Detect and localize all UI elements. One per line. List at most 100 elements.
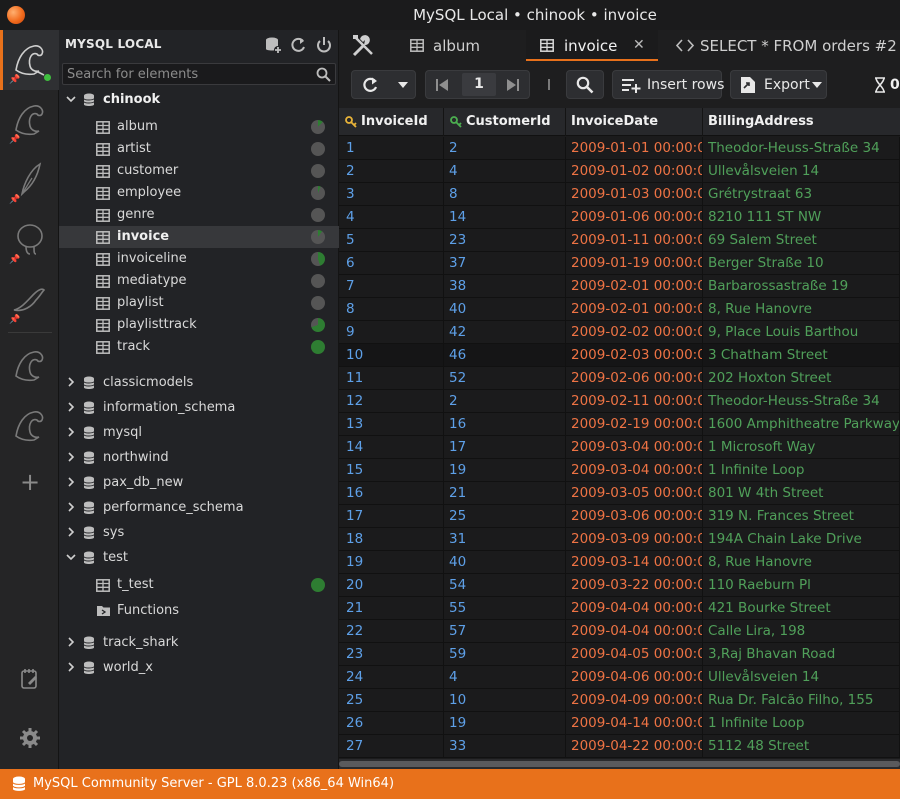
cell-customerid[interactable]: 54 bbox=[444, 574, 566, 596]
insert-rows-button[interactable]: Insert rows bbox=[612, 70, 724, 99]
column-header-invoicedate[interactable]: InvoiceDate bbox=[566, 108, 703, 136]
tree-table-playlist[interactable]: playlist bbox=[59, 292, 339, 314]
search-box[interactable] bbox=[62, 63, 336, 85]
add-connection-icon[interactable]: + bbox=[18, 470, 42, 494]
cell-invoiceid[interactable]: 13 bbox=[339, 413, 444, 435]
tab-album[interactable]: album bbox=[396, 30, 516, 61]
cell-invoiceid[interactable]: 10 bbox=[339, 344, 444, 366]
cell-billingaddress[interactable]: 8, Rue Hanovre bbox=[703, 551, 900, 573]
table-row[interactable]: 7 38 2009-02-01 00:00:00 Barbarossastraße 1… bbox=[339, 275, 900, 298]
table-row[interactable]: 25 10 2009-04-09 00:00:00 Rua Dr. Falcão Fi… bbox=[339, 689, 900, 712]
cell-invoiceid[interactable]: 15 bbox=[339, 459, 444, 481]
chevron-right-icon[interactable] bbox=[65, 526, 77, 538]
table-row[interactable]: 16 21 2009-03-05 00:00:00 801 W 4th Street bbox=[339, 482, 900, 505]
tree-table-invoiceline[interactable]: invoiceline bbox=[59, 248, 339, 270]
table-row[interactable]: 1 2 2009-01-01 00:00:00 Theodor-Heuss-Straß… bbox=[339, 137, 900, 160]
chevron-right-icon[interactable] bbox=[65, 376, 77, 388]
cell-invoicedate[interactable]: 2009-02-01 00:00:00 bbox=[566, 275, 703, 297]
chevron-right-icon[interactable] bbox=[65, 451, 77, 463]
cell-billingaddress[interactable]: Berger Straße 10 bbox=[703, 252, 900, 274]
cell-invoicedate[interactable]: 2009-04-04 00:00:00 bbox=[566, 597, 703, 619]
cell-billingaddress[interactable]: 3 Chatham Street bbox=[703, 344, 900, 366]
search-input[interactable] bbox=[67, 66, 307, 82]
tree-database-chinook[interactable]: chinook bbox=[59, 89, 339, 111]
cell-customerid[interactable]: 25 bbox=[444, 505, 566, 527]
tree-database-northwind[interactable]: northwind bbox=[59, 447, 339, 469]
cell-invoicedate[interactable]: 2009-03-04 00:00:00 bbox=[566, 459, 703, 481]
cell-billingaddress[interactable]: 9, Place Louis Barthou bbox=[703, 321, 900, 343]
cell-customerid[interactable]: 17 bbox=[444, 436, 566, 458]
tree-table-employee[interactable]: employee bbox=[59, 182, 339, 204]
table-row[interactable]: 19 40 2009-03-14 00:00:00 8, Rue Hanovre bbox=[339, 551, 900, 574]
cell-customerid[interactable]: 57 bbox=[444, 620, 566, 642]
page-number-field[interactable]: 1 bbox=[462, 73, 496, 96]
cell-billingaddress[interactable]: Rua Dr. Falcão Filho, 155 bbox=[703, 689, 900, 711]
cell-customerid[interactable]: 4 bbox=[444, 160, 566, 182]
cell-invoiceid[interactable]: 7 bbox=[339, 275, 444, 297]
tree-database-information-schema[interactable]: information_schema bbox=[59, 397, 339, 419]
close-icon[interactable]: ✕ bbox=[633, 37, 645, 53]
table-row[interactable]: 12 2 2009-02-11 00:00:00 Theodor-Heuss-Stra… bbox=[339, 390, 900, 413]
cell-customerid[interactable]: 40 bbox=[444, 298, 566, 320]
table-row[interactable]: 11 52 2009-02-06 00:00:00 202 Hoxton Street bbox=[339, 367, 900, 390]
table-row[interactable]: 27 33 2009-04-22 00:00:00 5112 48 Street bbox=[339, 735, 900, 758]
cell-billingaddress[interactable]: Theodor-Heuss-Straße 34 bbox=[703, 390, 900, 412]
cell-invoiceid[interactable]: 11 bbox=[339, 367, 444, 389]
column-header-customerid[interactable]: CustomerId bbox=[444, 108, 566, 136]
cell-billingaddress[interactable]: Barbarossastraße 19 bbox=[703, 275, 900, 297]
cell-billingaddress[interactable]: 319 N. Frances Street bbox=[703, 505, 900, 527]
table-row[interactable]: 5 23 2009-01-11 00:00:00 69 Salem Street bbox=[339, 229, 900, 252]
cell-invoiceid[interactable]: 1 bbox=[339, 137, 444, 159]
connection-mysql-2[interactable]: 📌 bbox=[0, 90, 59, 150]
tree-table-artist[interactable]: artist bbox=[59, 138, 339, 160]
tree-database-classicmodels[interactable]: classicmodels bbox=[59, 372, 339, 394]
cell-billingaddress[interactable]: 8210 111 ST NW bbox=[703, 206, 900, 228]
cell-invoicedate[interactable]: 2009-03-06 00:00:00 bbox=[566, 505, 703, 527]
table-row[interactable]: 4 14 2009-01-06 00:00:00 8210 111 ST NW bbox=[339, 206, 900, 229]
tree-database-test[interactable]: test bbox=[59, 547, 339, 569]
tree-table-customer[interactable]: customer bbox=[59, 160, 339, 182]
cell-invoicedate[interactable]: 2009-03-09 00:00:00 bbox=[566, 528, 703, 550]
cell-invoicedate[interactable]: 2009-03-05 00:00:00 bbox=[566, 482, 703, 504]
cell-customerid[interactable]: 37 bbox=[444, 252, 566, 274]
cell-billingaddress[interactable]: 69 Salem Street bbox=[703, 229, 900, 251]
connection-mysql-3[interactable] bbox=[0, 336, 59, 396]
tree-table-t-test[interactable]: t_test bbox=[59, 574, 339, 596]
cell-invoicedate[interactable]: 2009-04-05 00:00:00 bbox=[566, 643, 703, 665]
cell-invoiceid[interactable]: 6 bbox=[339, 252, 444, 274]
cell-invoiceid[interactable]: 5 bbox=[339, 229, 444, 251]
tree-database-pax-db-new[interactable]: pax_db_new bbox=[59, 472, 339, 494]
table-row[interactable]: 6 37 2009-01-19 00:00:00 Berger Straße 10 bbox=[339, 252, 900, 275]
cell-invoicedate[interactable]: 2009-04-14 00:00:00 bbox=[566, 712, 703, 734]
tree-table-playlisttrack[interactable]: playlisttrack bbox=[59, 314, 339, 336]
cell-customerid[interactable]: 16 bbox=[444, 413, 566, 435]
cell-invoiceid[interactable]: 24 bbox=[339, 666, 444, 688]
cell-invoiceid[interactable]: 23 bbox=[339, 643, 444, 665]
cell-invoicedate[interactable]: 2009-02-06 00:00:00 bbox=[566, 367, 703, 389]
table-row[interactable]: 10 46 2009-02-03 00:00:00 3 Chatham Street bbox=[339, 344, 900, 367]
tree-database-world-x[interactable]: world_x bbox=[59, 657, 339, 679]
cell-billingaddress[interactable]: 8, Rue Hanovre bbox=[703, 298, 900, 320]
export-button[interactable]: Export bbox=[730, 70, 827, 99]
cell-invoiceid[interactable]: 27 bbox=[339, 735, 444, 757]
cell-billingaddress[interactable]: Theodor-Heuss-Straße 34 bbox=[703, 137, 900, 159]
tab-query[interactable]: SELECT * FROM orders #2 bbox=[666, 30, 900, 61]
tree-database-performance-schema[interactable]: performance_schema bbox=[59, 497, 339, 519]
tree-table-track[interactable]: track bbox=[59, 336, 339, 358]
cell-billingaddress[interactable]: Ullevålsveien 14 bbox=[703, 666, 900, 688]
cell-invoiceid[interactable]: 26 bbox=[339, 712, 444, 734]
cell-invoiceid[interactable]: 16 bbox=[339, 482, 444, 504]
cell-customerid[interactable]: 10 bbox=[444, 689, 566, 711]
cell-billingaddress[interactable]: Calle Lira, 198 bbox=[703, 620, 900, 642]
cell-invoiceid[interactable]: 21 bbox=[339, 597, 444, 619]
chevron-right-icon[interactable] bbox=[65, 636, 77, 648]
cell-customerid[interactable]: 19 bbox=[444, 712, 566, 734]
cell-invoiceid[interactable]: 2 bbox=[339, 160, 444, 182]
cell-billingaddress[interactable]: 421 Bourke Street bbox=[703, 597, 900, 619]
cell-customerid[interactable]: 59 bbox=[444, 643, 566, 665]
chevron-down-icon[interactable] bbox=[398, 82, 408, 88]
tree-table-album[interactable]: album bbox=[59, 116, 339, 138]
cell-invoicedate[interactable]: 2009-03-04 00:00:00 bbox=[566, 436, 703, 458]
cell-invoicedate[interactable]: 2009-04-09 00:00:00 bbox=[566, 689, 703, 711]
cell-invoiceid[interactable]: 3 bbox=[339, 183, 444, 205]
